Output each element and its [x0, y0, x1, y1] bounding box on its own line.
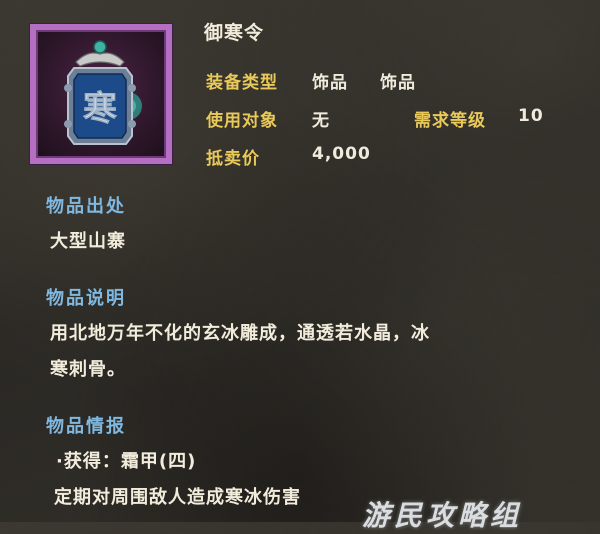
description-title: 物品说明: [46, 288, 126, 309]
equip-subtype-value: 饰品: [380, 73, 416, 93]
cold-token-icon: 寒: [64, 40, 142, 145]
info-title: 物品情报: [46, 416, 126, 437]
required-level-value: 10: [518, 106, 544, 126]
equip-type-label: 装备类型: [206, 73, 278, 93]
equip-type-value: 饰品: [312, 73, 348, 93]
source-title: 物品出处: [46, 196, 126, 217]
use-target-label: 使用对象: [206, 111, 278, 131]
required-level-label: 需求等级: [414, 111, 486, 131]
token-glyph: 寒: [83, 89, 117, 129]
description-line-1: 用北地万年不化的玄冰雕成，通透若水晶，冰: [50, 323, 430, 344]
use-target-value: 无: [312, 111, 330, 131]
info-line-1: ·获得：霜甲(四): [56, 451, 197, 472]
item-icon-frame[interactable]: 寒: [30, 24, 172, 164]
description-line-2: 寒刺骨。: [50, 359, 126, 380]
source-text: 大型山寨: [50, 231, 126, 252]
sell-price-value: 4,000: [312, 144, 371, 164]
sell-price-label: 抵卖价: [206, 149, 260, 169]
watermark: 游民攻略组: [362, 499, 523, 532]
item-tooltip: 寒 御寒令 装备类型 饰品 饰品 使用对象 无 需求等级 10 抵卖价 4,00…: [0, 0, 600, 532]
item-name: 御寒令: [204, 22, 265, 44]
